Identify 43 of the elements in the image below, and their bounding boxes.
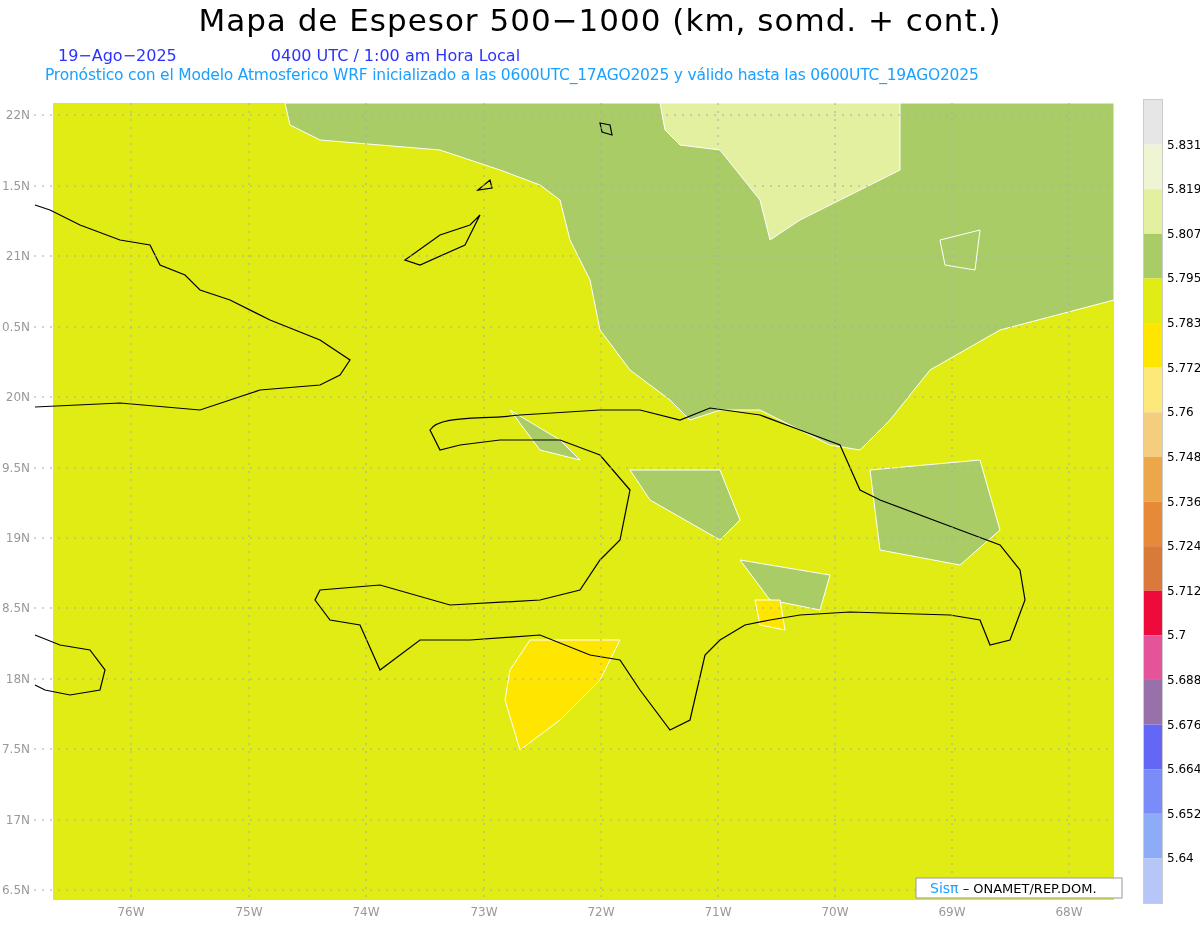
legend-label: 5.772 bbox=[1167, 360, 1200, 375]
legend-label: 5.688 bbox=[1167, 672, 1200, 687]
longitude-label: 75W bbox=[235, 905, 263, 919]
longitude-label: 69W bbox=[938, 905, 966, 919]
latitude-label: 0.5N bbox=[1, 320, 30, 334]
time-label: 0400 UTC / 1:00 am Hora Local bbox=[270, 46, 521, 66]
longitude-label: 68W bbox=[1055, 905, 1083, 919]
legend-label: 5.76 bbox=[1167, 405, 1194, 420]
legend-label: 5.783 bbox=[1167, 316, 1200, 331]
latitude-label: 1.5N bbox=[1, 179, 30, 193]
latitude-label: 18N bbox=[5, 672, 30, 686]
latitude-label: 21N bbox=[5, 249, 30, 263]
latitude-label: 19N bbox=[5, 531, 30, 545]
forecast-subtitle: Pronóstico con el Modelo Atmosferico WRF inicializado a las 0600UTC_17AGO2025 y válido hasta las 0600UTC_19AGO2025 bbox=[44, 66, 980, 84]
legend-label: 5.652 bbox=[1167, 806, 1200, 821]
longitude-label: 74W bbox=[352, 905, 380, 919]
longitude-label: 73W bbox=[470, 905, 498, 919]
legend-label: 5.64 bbox=[1167, 851, 1194, 866]
legend-label: 5.676 bbox=[1167, 717, 1200, 732]
credit-label: Sisπ – ONAMET/REP.DOM. bbox=[915, 877, 1123, 899]
latitude-label: 9.5N bbox=[1, 461, 30, 475]
legend-label: 5.664 bbox=[1167, 762, 1200, 777]
legend-label: 5.831 bbox=[1167, 137, 1200, 152]
longitude-label: 71W bbox=[704, 905, 732, 919]
latitude-label: 7.5N bbox=[1, 742, 30, 756]
legend-label: 5.736 bbox=[1167, 494, 1200, 509]
legend-label: 5.748 bbox=[1167, 449, 1200, 464]
date-label: 19−Ago−2025 bbox=[58, 46, 177, 66]
legend-label: 5.795 bbox=[1167, 271, 1200, 286]
longitude-label: 76W bbox=[117, 905, 145, 919]
legend-label: 5.819 bbox=[1167, 182, 1200, 197]
latitude-label: 20N bbox=[5, 390, 30, 404]
latitude-label: 6.5N bbox=[1, 883, 30, 897]
map-title: Mapa de Espesor 500−1000 (km, somd. + cont.) bbox=[197, 1, 1003, 40]
longitude-label: 70W bbox=[821, 905, 849, 919]
longitude-label: 72W bbox=[587, 905, 615, 919]
legend-label: 5.712 bbox=[1167, 583, 1200, 598]
latitude-label: 8.5N bbox=[1, 601, 30, 615]
latitude-label: 22N bbox=[5, 108, 30, 122]
legend-label: 5.724 bbox=[1167, 539, 1200, 554]
latitude-label: 17N bbox=[5, 813, 30, 827]
legend-label: 5.7 bbox=[1167, 628, 1187, 643]
legend-label: 5.807 bbox=[1167, 226, 1200, 241]
